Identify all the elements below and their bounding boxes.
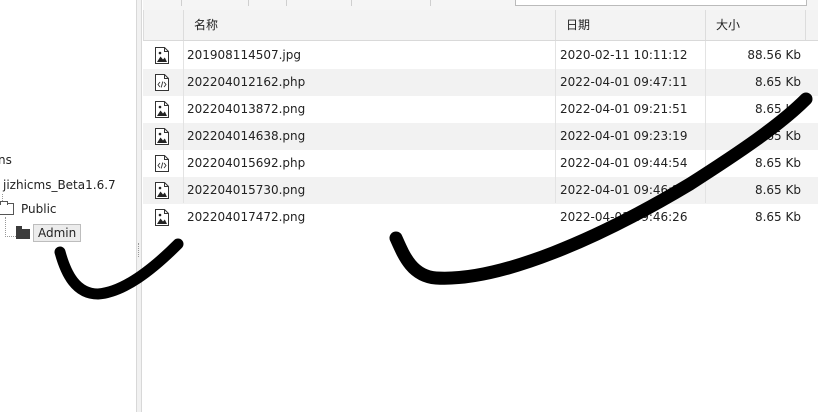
file-row[interactable]: 201908114507.jpg 2020-02-11 10:11:12 88.56… (143, 42, 818, 69)
code-file-icon (155, 155, 169, 172)
image-file-icon (155, 128, 169, 145)
tree-connector (5, 217, 16, 237)
folder-icon (16, 226, 30, 239)
file-size: 8.65 Kb (754, 102, 801, 116)
file-size: 8.65 Kb (754, 183, 801, 197)
pane-splitter[interactable] (136, 0, 142, 412)
tree-item-partial[interactable]: ns (0, 153, 12, 167)
file-name[interactable]: 201908114507.jpg (187, 42, 301, 69)
file-row[interactable]: 202204013872.png 2022-04-01 09:21:51 8.65 … (143, 96, 818, 123)
toolbar-separator (181, 0, 182, 6)
file-name[interactable]: 202204017472.png (187, 204, 305, 231)
folder-icon (0, 201, 14, 215)
column-divider (183, 41, 184, 203)
toolbar-separator (351, 0, 352, 6)
tree-item-root[interactable]: jizhicms_Beta1.6.7 (3, 178, 116, 192)
splitter-grip[interactable] (138, 243, 141, 257)
file-row[interactable]: 202204014638.png 2022-04-01 09:23:19 8.65 … (143, 123, 818, 150)
image-file-icon (155, 101, 169, 118)
file-date: 2022-04-01 09:23:19 (560, 129, 688, 143)
file-row[interactable]: 202204012162.php 2022-04-01 09:47:11 8.65 … (143, 69, 818, 96)
file-name[interactable]: 202204015730.png (187, 177, 305, 204)
file-name[interactable]: 202204012162.php (187, 69, 305, 96)
header-size[interactable]: 大小 (705, 10, 805, 40)
file-row[interactable]: 202204015692.php 2022-04-01 09:44:54 8.65 … (143, 150, 818, 177)
file-size: 8.65 Kb (754, 75, 801, 89)
file-name[interactable]: 202204015692.php (187, 150, 305, 177)
file-row[interactable]: 202204015730.png 2022-04-01 09:46:25 8.65 … (143, 177, 818, 204)
file-date: 2020-02-11 10:11:12 (560, 48, 688, 62)
tree-item-public[interactable]: Public (21, 202, 57, 216)
file-row[interactable]: 202204017472.png 2022-04-01 09:46:26 8.65 … (143, 204, 818, 231)
tree-item-admin[interactable]: Admin (33, 224, 82, 242)
column-divider (555, 41, 556, 203)
file-date: 2022-04-01 09:21:51 (560, 102, 688, 116)
file-size: 8.65 Kb (754, 156, 801, 170)
toolbar-separator (430, 0, 431, 6)
code-file-icon (155, 74, 169, 91)
path-input[interactable] (515, 0, 807, 6)
header-icon-col (143, 10, 183, 40)
file-date: 2022-04-01 09:46:25 (560, 183, 688, 197)
header-name[interactable]: 名称 (183, 10, 555, 40)
image-file-icon (155, 182, 169, 199)
file-name[interactable]: 202204013872.png (187, 96, 305, 123)
header-date[interactable]: 日期 (555, 10, 705, 40)
file-size: 8.65 Kb (754, 210, 801, 224)
file-date: 2022-04-01 09:47:11 (560, 75, 688, 89)
file-size: 88.56 Kb (747, 48, 801, 62)
column-divider (705, 41, 706, 203)
image-file-icon (155, 209, 169, 226)
file-date: 2022-04-01 09:44:54 (560, 156, 688, 170)
file-list-pane: 名称 日期 大小 201908114507.jpg 2020-02-11 10:1… (143, 0, 818, 412)
header-extra (805, 10, 818, 40)
file-list-header: 名称 日期 大小 (143, 10, 818, 41)
file-name[interactable]: 202204014638.png (187, 123, 305, 150)
toolbar-separator (248, 0, 249, 6)
file-date: 2022-04-01 09:46:26 (560, 210, 688, 224)
file-size: 8.65 Kb (754, 129, 801, 143)
image-file-icon (155, 47, 169, 64)
toolbar-separator (286, 0, 287, 6)
folder-tree: ns jizhicms_Beta1.6.7 Public Admin (0, 0, 136, 412)
